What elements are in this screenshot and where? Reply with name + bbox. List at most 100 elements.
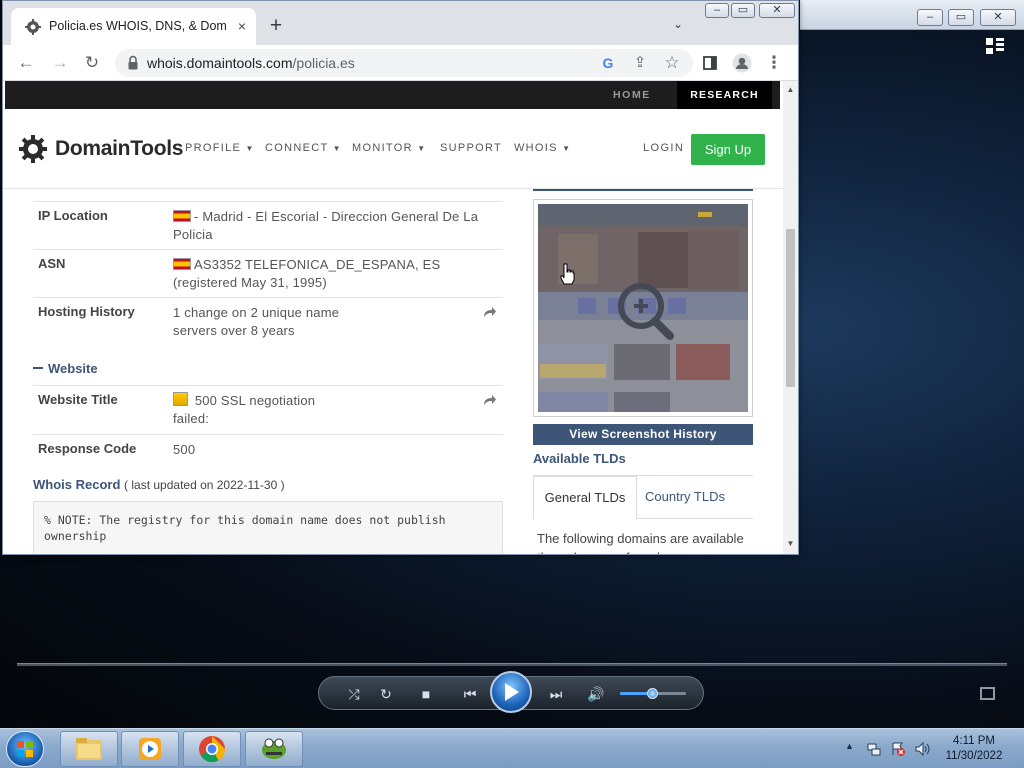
new-tab-button[interactable]: + bbox=[265, 15, 287, 37]
profile-row-hosting-history: Hosting History 1 change on 2 unique nam… bbox=[33, 298, 503, 348]
menu-kebab-icon[interactable]: ⋮ bbox=[763, 52, 785, 74]
tld-tabs: General TLDs Country TLDs bbox=[533, 475, 753, 520]
whois-last-updated: ( last updated on 2022-11-30 ) bbox=[124, 478, 285, 492]
nav-support[interactable]: SUPPORT bbox=[440, 142, 502, 154]
minimize-button[interactable]: – bbox=[917, 9, 943, 26]
url-text: whois.domaintools.com/policia.es bbox=[147, 55, 355, 71]
main-navigation: DomainTools PROFILE ▼ CONNECT ▼ MONITOR … bbox=[3, 109, 783, 189]
nav-connect-label: CONNECT bbox=[265, 142, 329, 154]
row-label: Website Title bbox=[38, 392, 118, 407]
next-icon[interactable]: ⏭ bbox=[541, 685, 571, 703]
url-domain: whois.domaintools.com bbox=[147, 55, 293, 71]
browser-minimize-button[interactable]: – bbox=[705, 3, 729, 18]
browser-tab[interactable]: Policia.es WHOIS, DNS, & Domain Info - D… bbox=[11, 8, 256, 45]
scroll-up-icon[interactable]: ▲ bbox=[786, 85, 795, 94]
volume-icon[interactable]: 🔊 bbox=[585, 685, 607, 703]
profile-row-website-title: Website Title 500 SSL negotiation failed… bbox=[33, 385, 503, 435]
play-button[interactable] bbox=[490, 671, 532, 713]
website-screenshot-thumbnail[interactable] bbox=[533, 199, 753, 417]
network-icon[interactable] bbox=[866, 741, 882, 757]
taskbar-chrome[interactable] bbox=[183, 731, 241, 767]
address-bar[interactable]: whois.domaintools.com/policia.es G ⇪ ☆ bbox=[115, 49, 693, 77]
scrollbar-thumb[interactable] bbox=[786, 229, 795, 387]
tab-strip: Policia.es WHOIS, DNS, & Domain Info - D… bbox=[3, 1, 798, 45]
bookmark-star-icon[interactable]: ☆ bbox=[661, 52, 683, 74]
tab-close-icon[interactable]: × bbox=[233, 17, 251, 35]
media-player-titlebar: – ▭ ✕ bbox=[800, 0, 1024, 30]
domaintools-logo-icon[interactable] bbox=[19, 135, 47, 163]
website-title-value: 500 SSL negotiation failed: bbox=[173, 393, 316, 426]
action-center-flag-icon[interactable] bbox=[890, 741, 906, 757]
system-clock[interactable]: 4:11 PM 11/30/2022 bbox=[940, 734, 1008, 764]
taskbar-explorer[interactable] bbox=[60, 731, 118, 767]
tab-country-tlds[interactable]: Country TLDs bbox=[645, 476, 725, 518]
share-arrow-icon[interactable] bbox=[483, 306, 497, 318]
website-section-label: Website bbox=[48, 361, 98, 376]
view-screenshot-history-button[interactable]: View Screenshot History bbox=[533, 424, 753, 445]
volume-slider-knob[interactable] bbox=[647, 688, 658, 699]
tld-description: The following domains are available thro… bbox=[537, 531, 744, 554]
previous-icon[interactable]: ⏮ bbox=[455, 685, 485, 703]
nav-whois-label: WHOIS bbox=[514, 142, 558, 154]
fullscreen-icon[interactable] bbox=[980, 687, 995, 700]
profile-row-response-code: Response Code 500 bbox=[33, 435, 503, 465]
google-icon[interactable]: G bbox=[597, 52, 619, 74]
tab-search-chevron-icon[interactable]: ⌄ bbox=[673, 17, 683, 31]
page-scrollbar[interactable]: ▲ ▼ bbox=[783, 81, 798, 554]
domaintools-gear-icon bbox=[25, 19, 41, 35]
taskbar: ▲ 4:11 PM 11/30/2022 bbox=[0, 728, 1024, 768]
reload-icon[interactable]: ↻ bbox=[81, 52, 103, 74]
stop-icon[interactable]: ■ bbox=[415, 685, 437, 703]
show-hidden-icons[interactable]: ▲ bbox=[845, 741, 854, 751]
chevron-down-icon: ▼ bbox=[245, 144, 255, 153]
brand-name[interactable]: DomainTools bbox=[55, 137, 183, 161]
volume-slider[interactable] bbox=[620, 688, 686, 699]
browser-close-button[interactable]: ✕ bbox=[759, 3, 795, 18]
spain-emblem-icon bbox=[173, 392, 188, 406]
spain-flag-icon bbox=[173, 258, 191, 270]
signup-button[interactable]: Sign Up bbox=[691, 134, 765, 165]
side-panel-icon[interactable] bbox=[699, 52, 721, 74]
taskbar-media-player[interactable] bbox=[121, 731, 179, 767]
sidebar-divider bbox=[533, 189, 753, 191]
close-button[interactable]: ✕ bbox=[980, 9, 1016, 26]
seek-bar[interactable] bbox=[17, 663, 1007, 666]
nav-profile[interactable]: PROFILE ▼ bbox=[185, 142, 255, 154]
speaker-icon[interactable] bbox=[914, 741, 930, 757]
switch-to-library-icon[interactable] bbox=[984, 36, 1006, 56]
back-arrow-icon[interactable]: ← bbox=[15, 52, 37, 74]
website-section-header[interactable]: Website bbox=[33, 361, 98, 376]
hosting-history-value: 1 change on 2 unique name servers over 8… bbox=[173, 305, 340, 338]
start-button[interactable] bbox=[6, 731, 44, 767]
profile-avatar-icon[interactable] bbox=[731, 52, 753, 74]
windows-logo-icon bbox=[17, 741, 33, 757]
taskbar-app[interactable] bbox=[245, 731, 303, 767]
row-label: Hosting History bbox=[38, 304, 135, 319]
chevron-down-icon: ▼ bbox=[562, 144, 572, 153]
scroll-down-icon[interactable]: ▼ bbox=[786, 539, 795, 548]
nav-connect[interactable]: CONNECT ▼ bbox=[265, 142, 342, 154]
website-screenshot-image bbox=[538, 204, 748, 412]
row-value: AS3352 TELEFONICA_DE_ESPANA, ES (registe… bbox=[173, 256, 493, 292]
shuffle-icon[interactable]: ⤮ bbox=[343, 685, 365, 703]
repeat-icon[interactable]: ↻ bbox=[375, 685, 397, 703]
topbar-home-link[interactable]: HOME bbox=[613, 81, 651, 109]
media-player-icon bbox=[139, 738, 161, 760]
clock-date: 11/30/2022 bbox=[945, 750, 1003, 762]
nav-whois[interactable]: WHOIS ▼ bbox=[514, 142, 571, 154]
nav-monitor[interactable]: MONITOR ▼ bbox=[352, 142, 426, 154]
login-link[interactable]: LOGIN bbox=[643, 142, 684, 154]
share-arrow-icon[interactable] bbox=[483, 394, 497, 406]
forward-arrow-icon[interactable]: → bbox=[49, 52, 71, 74]
share-icon[interactable]: ⇪ bbox=[629, 52, 651, 74]
row-value: 500 SSL negotiation failed: bbox=[173, 392, 343, 428]
play-icon bbox=[505, 683, 519, 701]
row-label: Response Code bbox=[38, 441, 137, 456]
browser-restore-button[interactable]: ▭ bbox=[731, 3, 755, 18]
restore-button[interactable]: ▭ bbox=[948, 9, 974, 26]
topbar-research-link[interactable]: RESEARCH bbox=[677, 81, 772, 109]
browser-caption-buttons: – ▭ ✕ bbox=[703, 2, 798, 20]
tab-general-tlds[interactable]: General TLDs bbox=[533, 476, 637, 520]
tab-title: Policia.es WHOIS, DNS, & Domain Info - D… bbox=[49, 19, 227, 33]
url-path: /policia.es bbox=[292, 55, 355, 71]
